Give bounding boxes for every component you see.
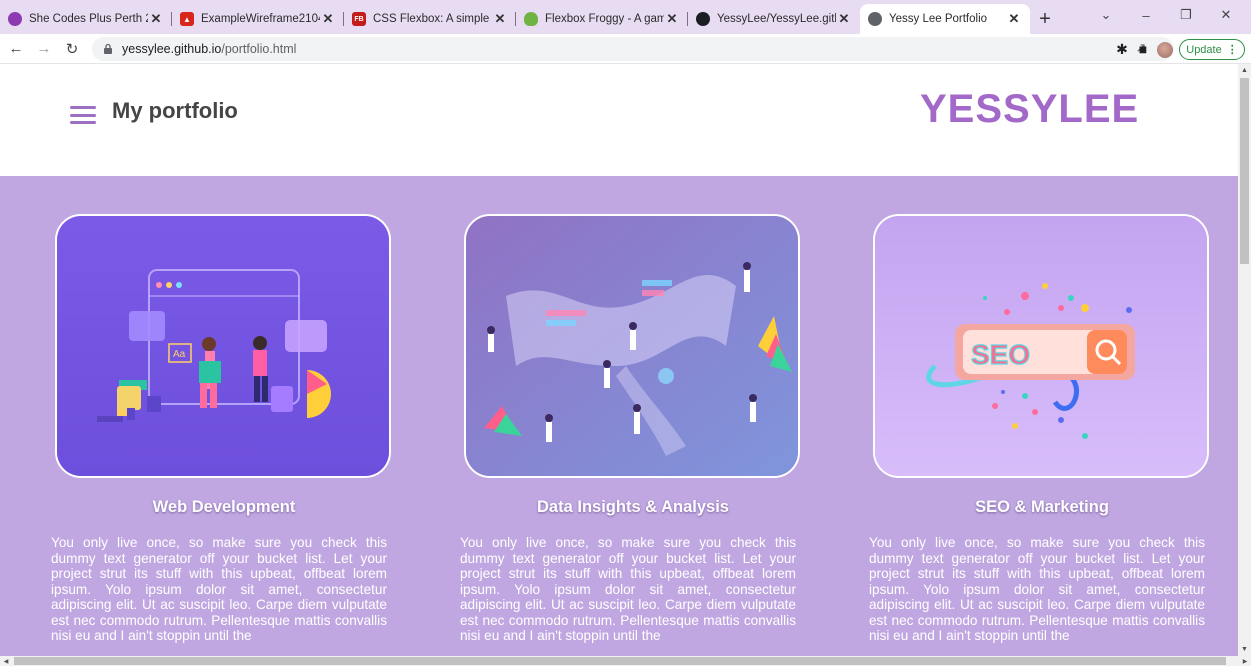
tab-title: She Codes Plus Perth 22/23 xyxy=(29,13,148,25)
tab-title: CSS Flexbox: A simple visual xyxy=(373,13,492,25)
card-title: Data Insights & Analysis xyxy=(537,498,729,516)
services-section: Aa Web Development You only live once, s… xyxy=(0,176,1238,656)
tab-css-flexbox[interactable]: FB CSS Flexbox: A simple visual ✕ xyxy=(344,4,516,34)
scroll-up-arrow-icon[interactable]: ▲ xyxy=(1238,64,1251,77)
frog-icon xyxy=(524,12,538,26)
close-tab-icon[interactable]: ✕ xyxy=(148,11,164,27)
svg-text:Aa: Aa xyxy=(173,349,186,360)
horizontal-scrollbar[interactable]: ◀ ▶ xyxy=(0,656,1251,666)
tab-shecodes[interactable]: She Codes Plus Perth 22/23 ✕ xyxy=(0,4,172,34)
vertical-scrollbar[interactable]: ▲ ▼ xyxy=(1238,64,1251,656)
scroll-down-arrow-icon[interactable]: ▼ xyxy=(1238,643,1251,656)
url-host: yessylee.github.io xyxy=(122,42,222,56)
scroll-right-arrow-icon[interactable]: ▶ xyxy=(1239,656,1251,666)
more-menu-icon: ⋮ xyxy=(1226,44,1238,56)
data-analysis-illustration xyxy=(464,214,800,478)
url-path: /portfolio.html xyxy=(221,42,297,56)
scroll-left-arrow-icon[interactable]: ◀ xyxy=(0,656,12,666)
restore-icon[interactable]: ❐ xyxy=(1166,0,1206,30)
update-button[interactable]: Update ⋮ xyxy=(1179,39,1245,60)
horizontal-scroll-thumb[interactable] xyxy=(14,657,1226,665)
tab-title: Yessy Lee Portfolio xyxy=(889,13,988,25)
tab-wireframe-pdf[interactable]: ▲ ExampleWireframe2104220 ✕ xyxy=(172,4,344,34)
forward-arrow-icon[interactable]: → xyxy=(32,37,56,61)
reload-icon[interactable]: ↻ xyxy=(60,37,84,61)
hamburger-menu-icon[interactable] xyxy=(70,106,96,124)
tab-search-icon[interactable]: ⌄ xyxy=(1086,0,1126,30)
shecodes-icon xyxy=(8,12,22,26)
browser-toolbar: ← → ↻ yessylee.github.io/portfolio.html … xyxy=(0,34,1251,64)
lock-icon xyxy=(104,43,112,54)
close-window-icon[interactable]: ✕ xyxy=(1206,0,1246,30)
close-tab-icon[interactable]: ✕ xyxy=(836,11,852,27)
page-viewport: My portfolio YESSYLEE Aa Web Development… xyxy=(0,64,1238,656)
pdf-icon: ▲ xyxy=(180,12,194,26)
card-title: SEO & Marketing xyxy=(975,498,1109,516)
web-development-illustration: Aa xyxy=(55,214,391,478)
github-icon xyxy=(696,12,710,26)
site-logo[interactable]: YESSYLEE xyxy=(920,87,1139,132)
new-tab-button[interactable]: + xyxy=(1030,4,1060,34)
tab-title: ExampleWireframe2104220 xyxy=(201,13,320,25)
card-description: You only live once, so make sure you che… xyxy=(51,535,387,643)
tab-flexbox-froggy[interactable]: Flexbox Froggy - A game fo ✕ xyxy=(516,4,688,34)
card-description: You only live once, so make sure you che… xyxy=(869,535,1205,643)
card-title: Web Development xyxy=(152,498,296,516)
tab-portfolio-active[interactable]: Yessy Lee Portfolio ✕ xyxy=(860,4,1030,34)
side-panel-icon[interactable]: ■ xyxy=(1133,39,1153,59)
seo-badge-text: SEO xyxy=(971,339,1030,370)
close-tab-icon[interactable]: ✕ xyxy=(320,11,336,27)
close-tab-icon[interactable]: ✕ xyxy=(664,11,680,27)
fb-icon: FB xyxy=(352,12,366,26)
tab-strip: She Codes Plus Perth 22/23 ✕ ▲ ExampleWi… xyxy=(0,0,1251,34)
address-bar[interactable]: yessylee.github.io/portfolio.html ↗ ☆ xyxy=(92,37,1174,61)
nav-title[interactable]: My portfolio xyxy=(112,98,238,124)
back-arrow-icon[interactable]: ← xyxy=(4,37,28,61)
site-header: My portfolio YESSYLEE xyxy=(0,64,1238,176)
vertical-scroll-thumb[interactable] xyxy=(1240,78,1249,264)
card-description: You only live once, so make sure you che… xyxy=(460,535,796,643)
globe-icon xyxy=(868,12,882,26)
minimize-icon[interactable]: – xyxy=(1126,0,1166,30)
extensions-puzzle-icon[interactable]: ✱ xyxy=(1112,39,1132,59)
close-tab-icon[interactable]: ✕ xyxy=(492,11,508,27)
update-label: Update xyxy=(1186,43,1222,56)
tab-title: Flexbox Froggy - A game fo xyxy=(545,13,664,25)
profile-avatar[interactable] xyxy=(1157,42,1173,58)
tab-title: YessyLee/YessyLee.github.io xyxy=(717,13,836,25)
close-tab-icon[interactable]: ✕ xyxy=(1006,11,1022,27)
seo-illustration: SEO xyxy=(873,214,1209,478)
tab-github-repo[interactable]: YessyLee/YessyLee.github.io ✕ xyxy=(688,4,860,34)
